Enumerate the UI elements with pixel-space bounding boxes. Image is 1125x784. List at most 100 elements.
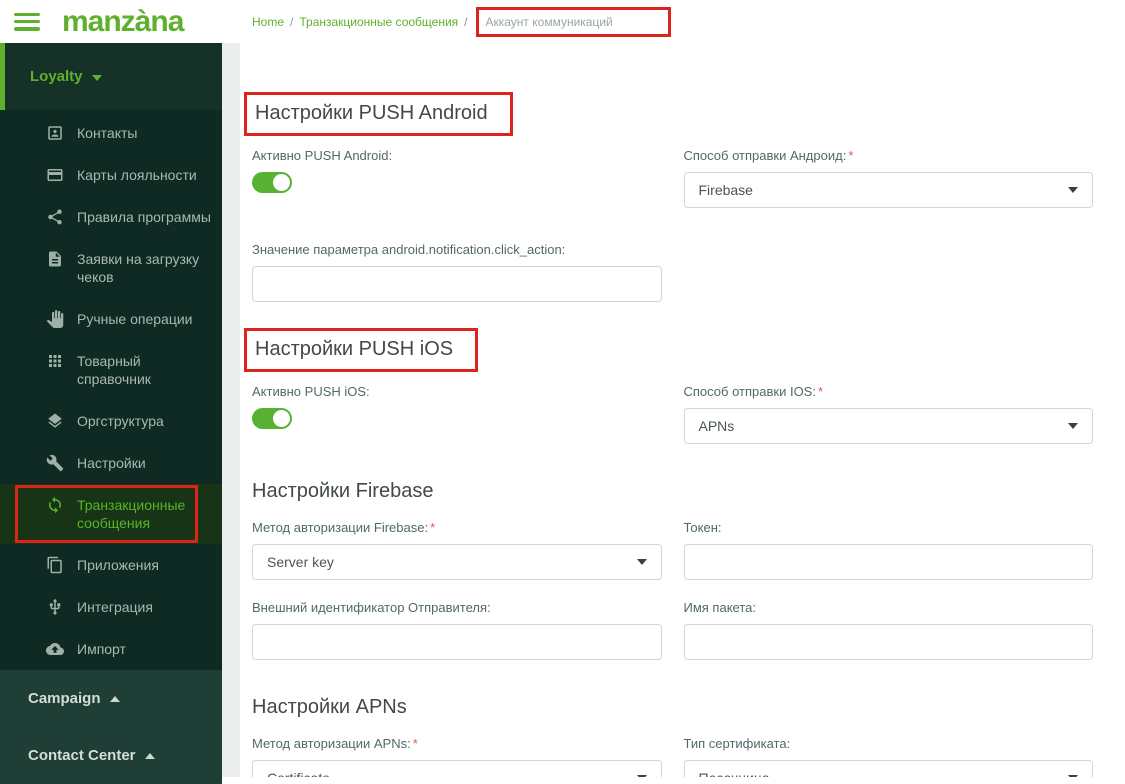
required-asterisk: *	[817, 384, 824, 399]
sidebar-section-loyalty[interactable]: Loyalty	[0, 43, 222, 110]
sidebar-item-label: Карты лояльности	[77, 167, 197, 183]
main-content: Настройки PUSH Android Активно PUSH Andr…	[240, 43, 1125, 777]
sidebar-item-contacts[interactable]: Контакты	[0, 112, 222, 154]
breadcrumb: Home / Транзакционные сообщения / Аккаун…	[252, 0, 671, 43]
brand-logo: manzàna	[62, 4, 184, 38]
section-title-firebase: Настройки Firebase	[252, 480, 434, 502]
sender-external-id-label: Внешний идентификатор Отправителя:	[252, 600, 491, 615]
chevron-up-icon	[109, 695, 120, 702]
label-text: Способ отправки Андроид:	[683, 148, 847, 163]
breadcrumb-separator: /	[290, 14, 294, 29]
apns-auth-method-label: Метод авторизации APNs: *	[252, 736, 662, 751]
sidebar-item-org-structure[interactable]: Оргструктура	[0, 400, 222, 442]
token-label: Токен:	[683, 520, 722, 535]
click-action-input[interactable]	[252, 266, 662, 302]
sidebar-item-label: Настройки	[77, 455, 146, 471]
sidebar-item-program-rules[interactable]: Правила программы	[0, 196, 222, 238]
annotation-box-ios-title: Настройки PUSH iOS	[244, 328, 479, 372]
package-name-label: Имя пакета:	[683, 600, 756, 615]
breadcrumb-transactional-link[interactable]: Транзакционные сообщения	[299, 15, 458, 29]
required-asterisk: *	[412, 736, 418, 751]
chevron-down-icon	[1068, 187, 1078, 193]
content-scrollbar-track[interactable]	[222, 43, 240, 777]
toggle-knob	[273, 174, 290, 191]
wrench-icon	[46, 454, 64, 472]
top-header: manzàna Home / Транзакционные сообщения …	[0, 0, 1125, 43]
sidebar-item-label: Товарный справочник	[77, 353, 151, 387]
breadcrumb-current-annotated: Аккаунт коммуникаций	[475, 6, 671, 37]
sidebar-nav: Loyalty Контакты Карты лояльности Правил…	[0, 43, 222, 784]
select-value: APNs	[698, 418, 735, 434]
sidebar-item-loyalty-cards[interactable]: Карты лояльности	[0, 154, 222, 196]
package-name-input[interactable]	[683, 624, 1093, 660]
cloud-upload-icon	[46, 640, 64, 658]
push-android-active-toggle[interactable]	[252, 172, 292, 193]
toggle-knob	[273, 410, 290, 427]
usb-icon	[46, 598, 64, 616]
receipt-icon	[46, 250, 64, 268]
push-android-active-label: Активно PUSH Android:	[252, 148, 393, 163]
push-ios-active-toggle[interactable]	[252, 408, 292, 429]
sidebar-item-label: Транзакционные сообщения	[77, 497, 186, 531]
annotation-box-android-title: Настройки PUSH Android	[244, 92, 513, 136]
sidebar-item-label: Интеграция	[77, 599, 153, 615]
select-value: Песочница	[699, 770, 770, 777]
click-action-label: Значение параметра android.notification.…	[252, 242, 566, 257]
sidebar-item-label: Оргструктура	[77, 413, 164, 429]
required-asterisk: *	[848, 148, 854, 163]
contact-card-icon	[46, 124, 64, 142]
grid-icon	[46, 352, 64, 370]
sidebar-section-campaign[interactable]: Campaign	[0, 670, 222, 727]
chevron-up-icon	[144, 752, 155, 759]
apns-auth-method-select[interactable]: Certificate	[252, 760, 662, 777]
sidebar-item-integration[interactable]: Интеграция	[0, 586, 222, 628]
active-section-indicator	[0, 43, 5, 110]
pages-icon	[46, 556, 64, 574]
token-input[interactable]	[683, 544, 1093, 580]
sidebar-item-settings[interactable]: Настройки	[0, 442, 222, 484]
section-title-apns: Настройки APNs	[252, 696, 407, 718]
section-title-push-android: Настройки PUSH Android	[255, 102, 488, 124]
chevron-down-icon	[636, 559, 647, 565]
sidebar-collapsed-sections: Campaign Contact Center	[0, 670, 222, 784]
breadcrumb-separator: /	[464, 14, 468, 29]
label-text: Способ отправки IOS:	[683, 384, 816, 399]
sidebar-item-label: Ручные операции	[77, 311, 193, 327]
layers-icon	[46, 412, 64, 430]
sidebar-item-label: Правила программы	[77, 209, 211, 225]
sidebar-item-label: Заявки на загрузку чеков	[77, 251, 200, 285]
sidebar-item-product-catalog[interactable]: Товарный справочник	[0, 340, 222, 400]
sidebar-item-label: Приложения	[77, 557, 159, 573]
hamburger-menu-icon[interactable]	[14, 12, 40, 31]
loyalty-card-icon	[46, 166, 64, 184]
sidebar-item-receipt-uploads[interactable]: Заявки на загрузку чеков	[0, 238, 222, 298]
chevron-down-icon	[91, 74, 102, 81]
android-send-method-select[interactable]: Firebase	[683, 172, 1093, 208]
ios-send-method-label: Способ отправки IOS: *	[684, 384, 1094, 399]
sidebar-item-import[interactable]: Импорт	[0, 628, 222, 670]
ios-send-method-select[interactable]: APNs	[683, 408, 1093, 444]
sidebar-section-label: Campaign	[28, 690, 101, 707]
breadcrumb-home-link[interactable]: Home	[252, 15, 284, 29]
cert-type-select[interactable]: Песочница	[683, 760, 1093, 777]
sender-external-id-input[interactable]	[252, 624, 662, 660]
sidebar-item-manual-operations[interactable]: Ручные операции	[0, 298, 222, 340]
section-title-push-ios: Настройки PUSH iOS	[255, 338, 454, 360]
sidebar-item-label: Контакты	[77, 125, 138, 141]
sidebar-item-transactional-messages[interactable]: Транзакционные сообщения	[0, 484, 222, 544]
select-value: Certificate	[267, 770, 330, 777]
required-asterisk: *	[430, 520, 436, 535]
chevron-down-icon	[1068, 423, 1078, 429]
android-send-method-label: Способ отправки Андроид: *	[684, 148, 1094, 163]
sidebar-item-label: Импорт	[77, 641, 126, 657]
firebase-auth-method-label: Метод авторизации Firebase: *	[252, 520, 662, 535]
sidebar-item-applications[interactable]: Приложения	[0, 544, 222, 586]
cert-type-label: Тип сертификата:	[683, 736, 791, 751]
sidebar-items: Контакты Карты лояльности Правила програ…	[0, 110, 222, 670]
sidebar-section-contact-center[interactable]: Contact Center	[0, 727, 222, 784]
label-text: Метод авторизации Firebase:	[252, 520, 429, 535]
push-ios-active-label: Активно PUSH iOS:	[252, 384, 370, 399]
firebase-auth-method-select[interactable]: Server key	[252, 544, 662, 580]
select-value: Server key	[267, 554, 334, 570]
label-text: Метод авторизации APNs:	[252, 736, 411, 751]
